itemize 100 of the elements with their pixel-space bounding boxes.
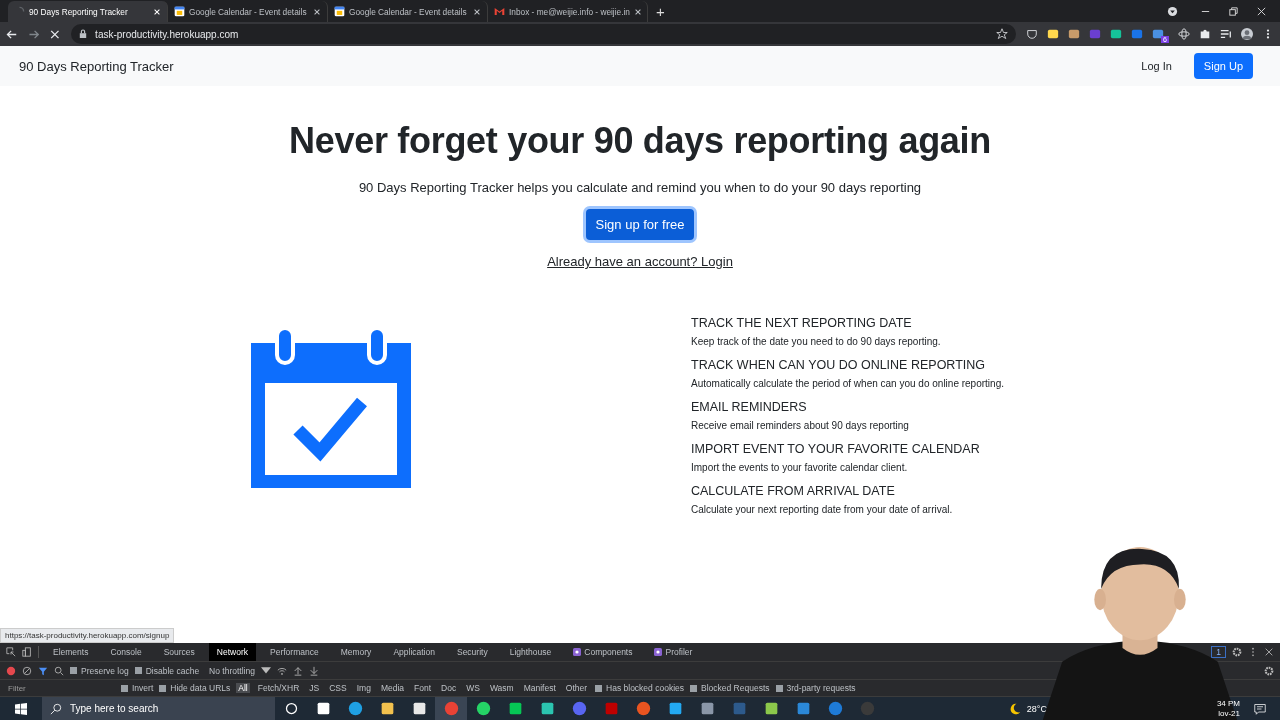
devtools-tab[interactable]: Profiler — [646, 643, 701, 661]
devtools-tab[interactable]: Components — [565, 643, 641, 661]
download-icon[interactable] — [308, 665, 319, 676]
login-link[interactable]: Already have an account? Login — [547, 254, 733, 269]
calendar-check-icon — [251, 328, 411, 488]
avatar-icon[interactable] — [1241, 28, 1253, 40]
close-tab-icon[interactable] — [633, 7, 642, 16]
devtools-tab[interactable]: Performance — [262, 643, 327, 661]
status-url: https://task-productivity.herokuapp.com/signup — [0, 628, 175, 643]
filter-checkbox[interactable]: Blocked Requests — [690, 683, 770, 693]
devtools-tab[interactable]: Application — [385, 643, 443, 661]
record-icon[interactable] — [6, 665, 16, 676]
windows-start-icon[interactable] — [15, 702, 27, 715]
filter-field[interactable]: Filter — [6, 682, 115, 694]
moon-icon — [1008, 702, 1021, 715]
settings-icon[interactable] — [1232, 647, 1242, 657]
feature-description: Keep track of the date you need to do 90 days reporting. — [691, 336, 942, 347]
notification-icon[interactable] — [1254, 702, 1266, 715]
feature-description: Automatically calculate the period of when can you do online reporting. — [691, 378, 1004, 389]
devtools-tab[interactable]: Elements — [45, 643, 97, 661]
url-text: task-productivity.herokuapp.com — [95, 28, 239, 40]
type-filter[interactable]: Font — [412, 683, 434, 693]
clock-date: lov-21 — [1218, 708, 1240, 719]
extension-icon[interactable] — [1068, 28, 1081, 40]
puzzle-icon[interactable] — [1199, 28, 1211, 40]
feature-title: EMAIL REMINDERS — [691, 400, 808, 414]
weather-temperature: 28°C — [1026, 703, 1047, 714]
upload-icon[interactable] — [292, 665, 303, 676]
feature-title: IMPORT EVENT TO YOUR FAVORITE CALENDAR — [691, 442, 981, 456]
type-filter[interactable]: Other — [563, 683, 590, 693]
devtools-tab[interactable]: Security — [448, 643, 496, 661]
login-link[interactable]: Log In — [1141, 60, 1172, 72]
devtools-tab[interactable]: Network — [208, 643, 256, 661]
dropdown-caret-icon[interactable] — [260, 665, 271, 676]
extension-icon[interactable] — [1152, 28, 1165, 40]
lock-icon — [79, 29, 88, 39]
feature-title: TRACK WHEN CAN YOU DO ONLINE REPORTING — [691, 358, 987, 372]
clock-time: 34 PM — [1216, 698, 1240, 709]
devtools-tab[interactable]: Lighthouse — [501, 643, 560, 661]
feature-description: Receive email reminders about 90 days reporting — [691, 420, 910, 431]
settings-icon[interactable] — [1264, 665, 1274, 676]
address-bar[interactable]: task-productivity.herokuapp.com — [71, 24, 1017, 44]
hero-title: Never forget your 90 days reporting again — [289, 120, 991, 162]
devtools-tab[interactable]: Console — [102, 643, 150, 661]
type-filter[interactable]: Wasm — [487, 683, 516, 693]
type-filter[interactable]: Manifest — [521, 683, 558, 693]
close-icon[interactable] — [1264, 647, 1274, 657]
signup-free-button[interactable]: Sign up for free — [585, 209, 695, 240]
restore-icon[interactable] — [1228, 5, 1239, 17]
filter-checkbox[interactable]: 3rd-party requests — [775, 683, 856, 693]
feature-description: Calculate your next reporting date from your date of arrival. — [691, 504, 954, 515]
feature-description: Import the events to your favorite calendar client. — [691, 462, 909, 473]
search-icon[interactable] — [54, 665, 64, 676]
filter-icon[interactable] — [38, 665, 48, 676]
device-toolbar-icon[interactable] — [22, 647, 32, 657]
throttling-dropdown[interactable]: No throttling — [209, 665, 255, 676]
signup-button[interactable]: Sign Up — [1193, 53, 1253, 79]
new-tab-button[interactable]: + — [648, 1, 673, 22]
profile-dropdown-icon[interactable] — [1167, 5, 1178, 17]
close-icon[interactable] — [1256, 5, 1267, 17]
type-filter[interactable]: Doc — [439, 683, 459, 693]
inspect-icon[interactable] — [6, 647, 16, 657]
invert-checkbox[interactable]: Invert — [121, 683, 154, 693]
react-icon — [654, 648, 663, 656]
hide-data-urls-checkbox[interactable]: Hide data URLs — [159, 683, 231, 693]
extension-icon[interactable] — [1047, 28, 1060, 40]
devtools-tab[interactable]: Memory — [332, 643, 380, 661]
type-filter[interactable]: JS — [307, 683, 322, 693]
wifi-settings-icon[interactable] — [276, 665, 287, 676]
close-tab-icon[interactable] — [473, 7, 481, 16]
type-filter[interactable]: All — [236, 683, 250, 693]
type-filter[interactable]: Img — [354, 683, 373, 693]
feature-title: TRACK THE NEXT REPORTING DATE — [691, 316, 913, 330]
calendar-icon — [334, 6, 345, 17]
disable-cache-checkbox[interactable]: Disable cache — [134, 665, 200, 676]
type-filter[interactable]: WS — [464, 683, 482, 693]
preserve-log-checkbox[interactable]: Preserve log — [70, 665, 129, 676]
extension-icon[interactable] — [1110, 28, 1123, 40]
cortana-icon[interactable] — [283, 701, 299, 716]
devtools-tab[interactable]: Sources — [155, 643, 203, 661]
issues-counter[interactable]: 1 — [1211, 646, 1226, 658]
browser-tab[interactable]: 90 Days Reporting Tracker — [8, 1, 168, 22]
hero-subtitle: 90 Days Reporting Tracker helps you calculate and remind you when to do your 90 days reporting — [358, 180, 922, 195]
calendar-icon — [174, 6, 185, 17]
task-view-icon[interactable] — [315, 701, 331, 716]
playlist-icon[interactable] — [1220, 28, 1232, 40]
close-tab-icon[interactable] — [313, 7, 321, 16]
feature-title: CALCULATE FROM ARRIVAL DATE — [691, 484, 896, 498]
clear-icon[interactable] — [22, 665, 32, 676]
react-icon — [573, 648, 582, 656]
atom-icon[interactable] — [1178, 28, 1190, 40]
search-icon — [50, 702, 62, 715]
type-filter[interactable]: CSS — [327, 683, 349, 693]
pocket-icon[interactable] — [1026, 28, 1039, 40]
type-filter[interactable]: Fetch/XHR — [255, 683, 302, 693]
type-filter[interactable]: Media — [378, 683, 407, 693]
brand-name[interactable]: 90 Days Reporting Tracker — [19, 58, 174, 74]
filter-checkbox[interactable]: Has blocked cookies — [595, 683, 684, 693]
bookmark-star-icon[interactable] — [996, 28, 1009, 40]
taskbar-search-field[interactable]: Type here to search — [42, 697, 275, 720]
